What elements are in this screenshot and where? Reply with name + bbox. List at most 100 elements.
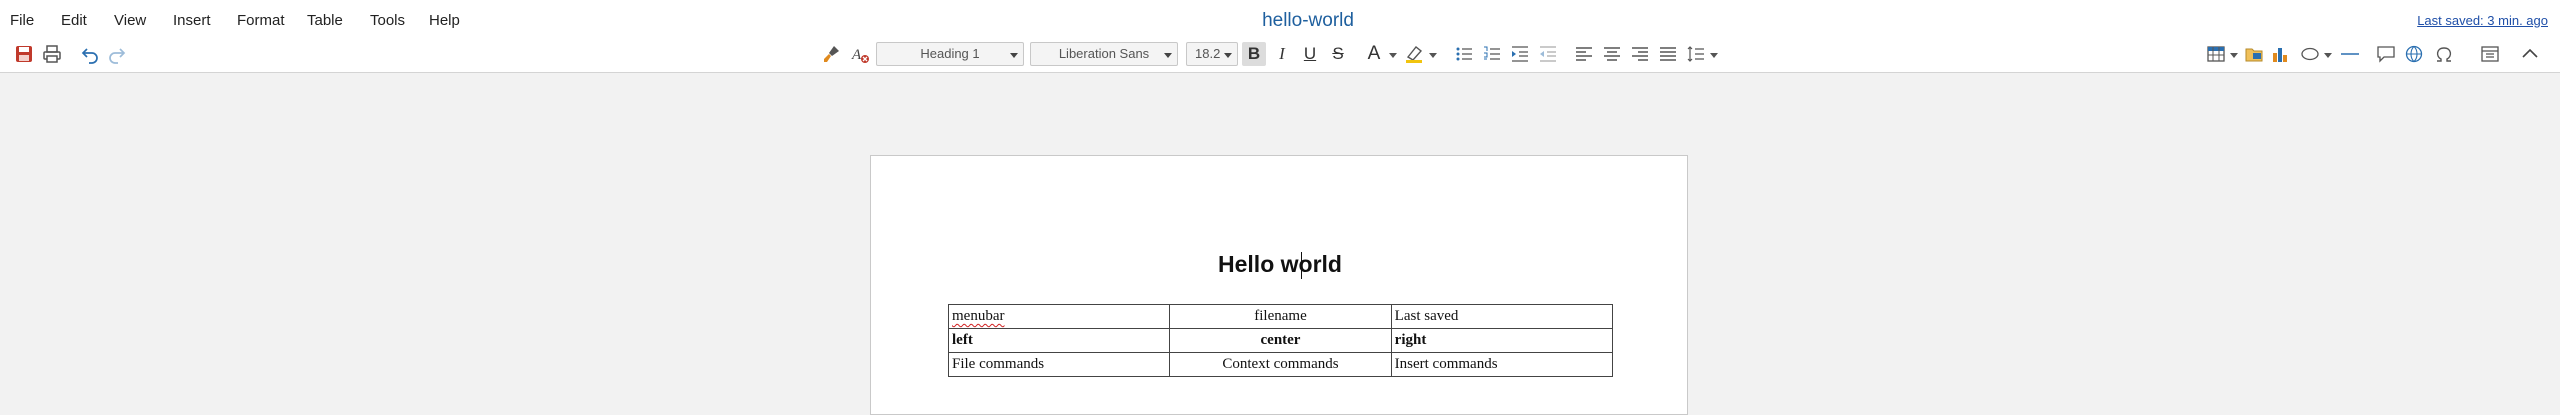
- svg-text:A: A: [851, 47, 862, 63]
- font-size-select[interactable]: 18.2: [1186, 42, 1238, 66]
- insert-line-button[interactable]: [2338, 42, 2362, 66]
- chevron-down-icon: [1224, 53, 1232, 58]
- decrease-indent-button[interactable]: [1536, 42, 1560, 66]
- chevron-down-icon[interactable]: [1710, 53, 1718, 58]
- toolbar: A Heading 1 Liberation Sans 18.2 B I U S…: [0, 34, 2560, 73]
- insert-shape-button[interactable]: [2298, 42, 2322, 66]
- indent-icon: [1512, 46, 1528, 62]
- insert-table-button[interactable]: [2204, 42, 2228, 66]
- sidebar-icon: [2481, 46, 2499, 62]
- menu-file[interactable]: File: [10, 12, 34, 29]
- table-cell[interactable]: right: [1390, 328, 1614, 353]
- chevron-down-icon[interactable]: [2230, 53, 2238, 58]
- omega-icon: [2436, 47, 2452, 62]
- menu-help[interactable]: Help: [429, 12, 460, 29]
- text-cursor: [1301, 252, 1302, 279]
- menu-tools[interactable]: Tools: [370, 12, 405, 29]
- menu-format[interactable]: Format: [237, 12, 285, 29]
- hyperlink-globe-icon: [2405, 45, 2423, 63]
- chevron-down-icon[interactable]: [1389, 53, 1397, 58]
- table-cell[interactable]: Insert commands: [1390, 352, 1614, 377]
- ellipse-icon: [2301, 47, 2319, 61]
- align-right-button[interactable]: [1628, 42, 1652, 66]
- underline-button[interactable]: U: [1298, 42, 1322, 66]
- clear-formatting-icon: A: [851, 47, 869, 63]
- document-table[interactable]: menubar filename Last saved left center …: [947, 304, 1614, 377]
- align-left-icon: [1576, 47, 1592, 61]
- collapse-toolbar-button[interactable]: [2518, 42, 2542, 66]
- paintbrush-icon: [824, 46, 839, 62]
- insert-hyperlink-button[interactable]: [2402, 42, 2426, 66]
- font-name-select[interactable]: Liberation Sans: [1030, 42, 1178, 66]
- numbered-list-button[interactable]: [1480, 42, 1504, 66]
- table-row: File commands Context commands Insert co…: [947, 352, 1614, 377]
- font-color-button[interactable]: A: [1362, 42, 1386, 66]
- chevron-down-icon: [1164, 53, 1172, 58]
- highlight-color-button[interactable]: [1402, 42, 1426, 66]
- menu-insert[interactable]: Insert: [173, 12, 211, 29]
- chart-icon: [2273, 48, 2287, 62]
- undo-button[interactable]: [78, 42, 102, 66]
- italic-icon: I: [1279, 44, 1285, 63]
- align-right-icon: [1632, 47, 1648, 61]
- table-cell[interactable]: filename: [1169, 304, 1392, 329]
- outdent-icon: [1540, 46, 1556, 62]
- align-left-button[interactable]: [1572, 42, 1596, 66]
- italic-button[interactable]: I: [1270, 42, 1294, 66]
- table-cell[interactable]: Context commands: [1169, 352, 1392, 377]
- table-cell-text: menubar: [952, 308, 1005, 324]
- bullet-list-icon: [1456, 47, 1472, 61]
- justify-button[interactable]: [1656, 42, 1680, 66]
- last-saved-link[interactable]: Last saved: 3 min. ago: [2417, 13, 2548, 28]
- menu-view[interactable]: View: [114, 12, 146, 29]
- strikethrough-button[interactable]: S: [1326, 42, 1350, 66]
- redo-icon: [109, 48, 126, 64]
- table-row: menubar filename Last saved: [947, 304, 1614, 329]
- chevron-down-icon[interactable]: [2324, 53, 2332, 58]
- sidebar-toggle-button[interactable]: [2478, 42, 2502, 66]
- line-icon: [2341, 53, 2359, 55]
- underline-icon: U: [1303, 44, 1317, 63]
- font-size-value: 18.2: [1195, 46, 1221, 61]
- align-center-button[interactable]: [1600, 42, 1624, 66]
- chevron-down-icon[interactable]: [1429, 53, 1437, 58]
- redo-button[interactable]: [105, 42, 129, 66]
- table-cell[interactable]: File commands: [947, 352, 1171, 377]
- table-cell[interactable]: menubar: [947, 304, 1171, 329]
- save-button[interactable]: [12, 42, 36, 66]
- menu-table[interactable]: Table: [307, 12, 343, 29]
- paragraph-style-select[interactable]: Heading 1: [876, 42, 1024, 66]
- chevron-down-icon: [1010, 53, 1018, 58]
- line-spacing-icon: [1687, 46, 1704, 62]
- increase-indent-button[interactable]: [1508, 42, 1532, 66]
- bold-icon: B: [1247, 44, 1261, 63]
- clear-formatting-button[interactable]: A: [848, 42, 872, 66]
- table-cell[interactable]: left: [947, 328, 1171, 353]
- save-icon: [16, 46, 32, 62]
- document-page[interactable]: Hello world menubar filename Last saved …: [870, 155, 1688, 415]
- highlighter-icon: [1406, 46, 1423, 63]
- table-icon: [2207, 46, 2225, 62]
- insert-chart-button[interactable]: [2268, 42, 2292, 66]
- chevron-up-icon: [2522, 48, 2538, 58]
- bullet-list-button[interactable]: [1452, 42, 1476, 66]
- menu-edit[interactable]: Edit: [61, 12, 87, 29]
- table-row: left center right: [947, 328, 1614, 353]
- print-icon: [43, 45, 61, 63]
- paragraph-style-value: Heading 1: [920, 46, 980, 61]
- numbered-list-icon: [1484, 46, 1500, 60]
- insert-image-button[interactable]: [2242, 42, 2266, 66]
- line-spacing-button[interactable]: [1684, 42, 1708, 66]
- clone-formatting-button[interactable]: [820, 42, 844, 66]
- insert-comment-button[interactable]: [2374, 42, 2398, 66]
- document-title[interactable]: hello-world: [1228, 10, 1388, 32]
- table-cell[interactable]: center: [1169, 328, 1392, 353]
- table-cell[interactable]: Last saved: [1390, 304, 1614, 329]
- document-heading[interactable]: Hello world: [871, 251, 1689, 278]
- font-color-icon: A: [1367, 43, 1381, 64]
- bold-button[interactable]: B: [1242, 42, 1266, 66]
- font-name-value: Liberation Sans: [1058, 46, 1150, 61]
- insert-special-character-button[interactable]: [2432, 42, 2456, 66]
- print-button[interactable]: [40, 42, 64, 66]
- comment-icon: [2377, 46, 2395, 63]
